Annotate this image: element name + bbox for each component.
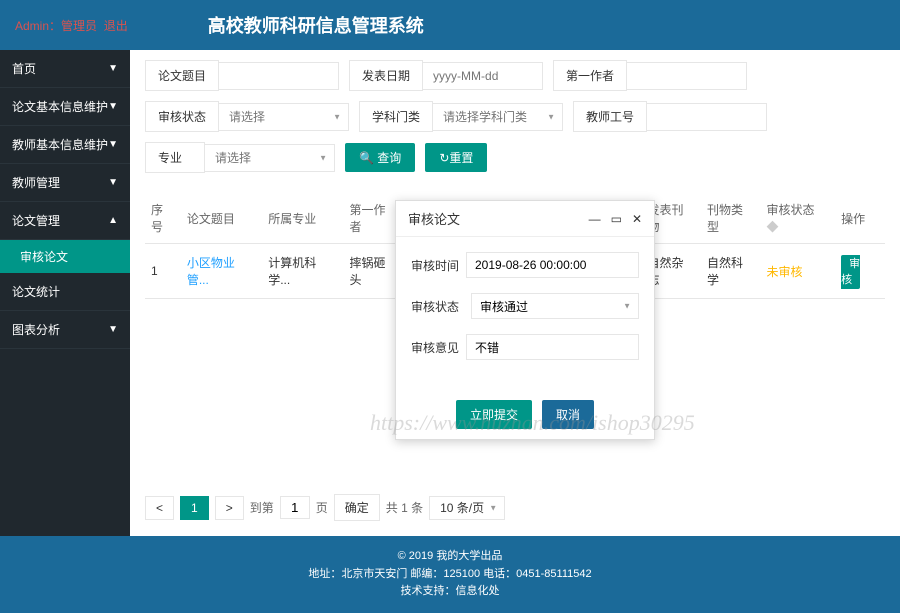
major-label: 专业 [145, 142, 205, 173]
modal-title: 审核论文 [408, 209, 460, 228]
date-input[interactable] [423, 62, 543, 90]
menu-paper-mgmt[interactable]: 论文管理▲ [0, 202, 130, 240]
sort-icon: ◆ [767, 220, 779, 234]
chevron-down-icon: ▼ [108, 177, 118, 188]
audit-opinion-input[interactable] [466, 334, 639, 360]
logout-link[interactable]: 退出 [104, 19, 128, 33]
th-status[interactable]: 审核状态 ◆ [761, 193, 836, 244]
page-current[interactable]: 1 [180, 496, 209, 520]
menu-chart-analysis[interactable]: 图表分析▼ [0, 311, 130, 349]
menu-teacher-info[interactable]: 教师基本信息维护▼ [0, 126, 130, 164]
maximize-icon[interactable]: ▭ [611, 212, 622, 226]
date-label: 发表日期 [349, 60, 423, 91]
query-button[interactable]: 🔍 查询 [345, 143, 415, 172]
reset-button[interactable]: ↻重置 [425, 143, 487, 172]
goto-label: 到第 [250, 499, 274, 516]
title-label: 论文题目 [145, 60, 219, 91]
audit-button[interactable]: 审核 [841, 255, 860, 289]
admin-label: Admin：管理员 [15, 19, 97, 33]
page-input[interactable] [280, 496, 310, 519]
menu-teacher-mgmt[interactable]: 教师管理▼ [0, 164, 130, 202]
cell-title-link[interactable]: 小区物业管... [187, 256, 235, 287]
cell-major: 计算机科学... [262, 244, 343, 299]
per-page-select[interactable]: 10 条/页 [429, 496, 505, 520]
refresh-icon: ↻ [439, 151, 449, 165]
subject-label: 学科门类 [359, 101, 433, 132]
author-input[interactable] [627, 62, 747, 90]
goto-confirm[interactable]: 确定 [334, 494, 380, 521]
sidebar: 首页▼ 论文基本信息维护▼ 教师基本信息维护▼ 教师管理▼ 论文管理▲ 审核论文… [0, 50, 130, 536]
footer-support: 技术支持：信息化处 [12, 583, 888, 601]
admin-info: Admin：管理员 退出 [15, 17, 128, 34]
title-input[interactable] [219, 62, 339, 90]
search-icon: 🔍 [359, 151, 374, 165]
audit-time-input[interactable] [466, 252, 639, 278]
audit-modal: 审核论文 — ▭ ✕ 审核时间 审核状态 审核意见 立即提交 取消 [395, 200, 655, 440]
chevron-up-icon: ▲ [108, 215, 118, 226]
cell-status: 未审核 [767, 265, 803, 279]
app-title: 高校教师科研信息管理系统 [208, 12, 424, 38]
menu-paper-stats[interactable]: 论文统计 [0, 273, 130, 311]
teacher-id-input[interactable] [647, 103, 767, 131]
footer-address: 地址：北京市天安门 邮编：125100 电话：0451-85111542 [12, 566, 888, 584]
audit-status-label: 审核状态 [411, 298, 471, 315]
menu-paper-info[interactable]: 论文基本信息维护▼ [0, 88, 130, 126]
audit-opinion-label: 审核意见 [411, 339, 466, 356]
next-page[interactable]: > [215, 496, 244, 520]
th-title: 论文题目 [181, 193, 262, 244]
status-select[interactable] [219, 103, 349, 131]
pagination: < 1 > 到第 页 确定 共 1 条 10 条/页 [130, 479, 900, 536]
chevron-down-icon: ▼ [108, 63, 118, 74]
audit-status-select[interactable] [471, 293, 639, 319]
author-label: 第一作者 [553, 60, 627, 91]
major-select[interactable] [205, 144, 335, 172]
header: Admin：管理员 退出 高校教师科研信息管理系统 [0, 0, 900, 50]
footer: © 2019 我的大学出品 地址：北京市天安门 邮编：125100 电话：045… [0, 536, 900, 613]
chevron-down-icon: ▼ [108, 101, 118, 112]
total-info: 共 1 条 [386, 499, 423, 516]
minimize-icon[interactable]: — [589, 212, 601, 226]
th-action: 操作 [835, 193, 885, 244]
status-label: 审核状态 [145, 101, 219, 132]
menu-home[interactable]: 首页▼ [0, 50, 130, 88]
audit-time-label: 审核时间 [411, 257, 466, 274]
th-major: 所属专业 [262, 193, 343, 244]
th-journal-type: 刊物类型 [701, 193, 761, 244]
footer-copyright: © 2019 我的大学出品 [12, 548, 888, 566]
cancel-button[interactable]: 取消 [542, 400, 594, 429]
close-icon[interactable]: ✕ [632, 212, 642, 226]
th-seq: 序号 [145, 193, 181, 244]
teacher-id-label: 教师工号 [573, 101, 647, 132]
page-unit: 页 [316, 499, 328, 516]
cell-seq: 1 [145, 244, 181, 299]
submit-button[interactable]: 立即提交 [456, 400, 532, 429]
chevron-down-icon: ▼ [108, 139, 118, 150]
submenu-audit-paper[interactable]: 审核论文 [0, 240, 130, 273]
prev-page[interactable]: < [145, 496, 174, 520]
search-form: 论文题目 发表日期 第一作者 审核状态 学科门类 教师工号 专业 🔍 查询 ↻重… [130, 50, 900, 193]
chevron-down-icon: ▼ [108, 324, 118, 335]
subject-select[interactable] [433, 103, 563, 131]
cell-journal-type: 自然科学 [701, 244, 761, 299]
